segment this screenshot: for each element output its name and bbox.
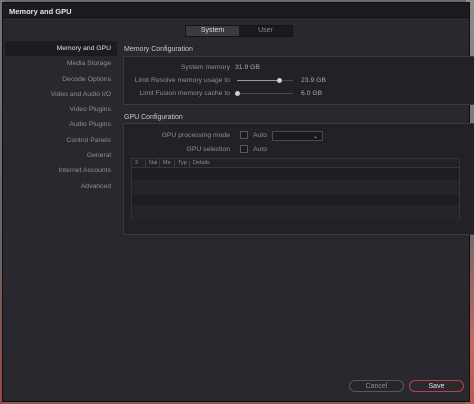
gpu-selection-auto-checkbox[interactable] — [240, 145, 248, 153]
sidebar: Memory and GPU Media Storage Decode Opti… — [5, 41, 117, 194]
resolve-memory-limit-value: 23.9 GB — [301, 77, 326, 84]
fusion-memory-slider[interactable] — [235, 91, 293, 96]
title-bar[interactable]: Memory and GPU — [3, 3, 469, 18]
table-row — [132, 168, 459, 181]
gpu-table-header: 2 Nai Me Typ Details — [132, 159, 459, 168]
gpu-processing-mode-auto-checkbox[interactable] — [240, 131, 248, 139]
fusion-memory-slider-handle[interactable] — [235, 91, 240, 96]
gpu-section-title: GPU Configuration — [124, 114, 183, 121]
gpu-list-table[interactable]: 2 Nai Me Typ Details — [131, 158, 460, 220]
gpu-selection-auto-label: Auto — [253, 146, 267, 153]
window-title: Memory and GPU — [9, 7, 72, 16]
fusion-memory-limit-label: Limit Fusion memory cache to — [139, 90, 230, 97]
sidebar-item-audio-plugins[interactable]: Audio Plugins — [5, 117, 117, 132]
table-row — [132, 194, 459, 207]
tab-system[interactable]: System — [186, 26, 239, 36]
gpu-table-column-name[interactable]: Nai — [146, 159, 160, 167]
gpu-table-column-memory[interactable]: Me — [160, 159, 175, 167]
preferences-window: Memory and GPU System User Memory and GP… — [2, 2, 474, 402]
gpu-processing-mode-dropdown[interactable]: ⌄ — [272, 131, 323, 141]
sidebar-item-general[interactable]: General — [5, 148, 117, 163]
chevron-down-icon: ⌄ — [312, 134, 318, 140]
gpu-selection-label: GPU selection — [186, 146, 230, 153]
cancel-button[interactable]: Cancel — [349, 380, 404, 392]
sidebar-item-video-plugins[interactable]: Video Plugins — [5, 102, 117, 117]
sidebar-item-memory-and-gpu[interactable]: Memory and GPU — [5, 41, 117, 57]
gpu-processing-mode-auto-label: Auto — [253, 132, 267, 139]
resolve-memory-limit-label: Limit Resolve memory usage to — [134, 77, 230, 84]
gpu-table-column-type[interactable]: Typ — [175, 159, 190, 167]
table-row — [132, 181, 459, 194]
gpu-processing-mode-label: GPU processing mode — [161, 132, 230, 139]
gpu-table-column-index[interactable]: 2 — [132, 159, 146, 167]
table-row — [132, 207, 459, 220]
sidebar-item-control-panels[interactable]: Control Panels — [5, 133, 117, 148]
tab-bar: System User — [185, 25, 293, 37]
sidebar-item-media-storage[interactable]: Media Storage — [5, 56, 117, 71]
resolve-memory-slider-handle[interactable] — [277, 78, 282, 83]
save-button[interactable]: Save — [409, 380, 464, 392]
memory-section-title: Memory Configuration — [124, 46, 193, 53]
tab-user[interactable]: User — [239, 26, 292, 36]
sidebar-item-advanced[interactable]: Advanced — [5, 179, 117, 194]
system-memory-label: System memory — [180, 64, 230, 71]
gpu-table-column-details[interactable]: Details — [190, 159, 459, 167]
fusion-memory-limit-value: 6.0 GB — [301, 90, 323, 97]
system-memory-value: 31.9 GB — [235, 64, 260, 71]
resolve-memory-slider[interactable] — [237, 78, 293, 83]
sidebar-item-decode-options[interactable]: Decode Options — [5, 72, 117, 87]
sidebar-item-video-and-audio-io[interactable]: Video and Audio I/O — [5, 87, 117, 102]
sidebar-item-internet-accounts[interactable]: Internet Accounts — [5, 163, 117, 178]
